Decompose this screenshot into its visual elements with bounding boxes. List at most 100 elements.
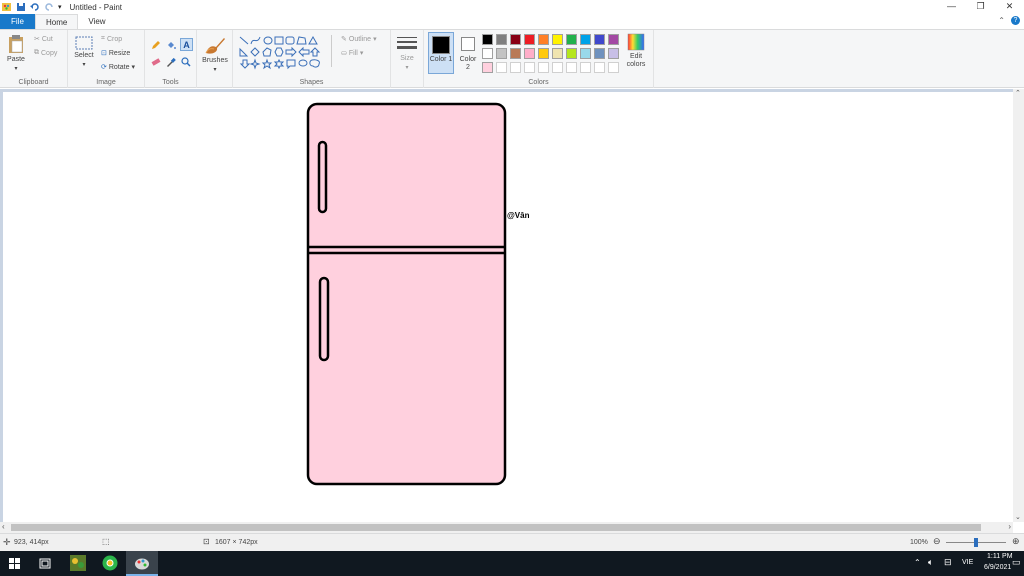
color-swatch[interactable] bbox=[552, 48, 563, 59]
brushes-group[interactable]: Brushes ▾ bbox=[197, 30, 233, 88]
shapes-gallery[interactable] bbox=[239, 35, 335, 73]
color-picker-icon[interactable] bbox=[166, 57, 176, 67]
zoom-in-icon[interactable]: ⊕ bbox=[1012, 536, 1020, 547]
text-tool-icon[interactable]: A bbox=[180, 38, 193, 51]
color-swatch[interactable] bbox=[510, 48, 521, 59]
clock-date[interactable]: 6/9/2021 bbox=[984, 564, 1011, 571]
color-swatch[interactable] bbox=[580, 62, 591, 73]
scroll-left-icon[interactable]: ‹ bbox=[2, 522, 5, 531]
color-swatch[interactable] bbox=[566, 62, 577, 73]
collapse-ribbon-icon[interactable]: ⌃ bbox=[998, 16, 1005, 25]
edit-colors-button[interactable]: Edit colors bbox=[622, 33, 650, 69]
color-swatch[interactable] bbox=[552, 62, 563, 73]
network-icon[interactable]: ⊟ bbox=[944, 557, 952, 568]
color-swatch[interactable] bbox=[510, 62, 521, 73]
color-swatch[interactable] bbox=[566, 34, 577, 45]
fill-button[interactable]: ⛀ Fill ▾ bbox=[341, 49, 364, 58]
oval-shape-icon bbox=[263, 36, 273, 45]
redo-icon[interactable] bbox=[44, 2, 54, 12]
zoom-slider-thumb[interactable] bbox=[974, 538, 978, 547]
color-swatch[interactable] bbox=[566, 48, 577, 59]
color-swatch[interactable] bbox=[524, 62, 535, 73]
color-swatch[interactable] bbox=[496, 34, 507, 45]
cut-button[interactable]: ✂ Cut bbox=[34, 35, 53, 44]
volume-icon[interactable]: 🔈︎ bbox=[928, 557, 933, 568]
paste-button[interactable]: Paste ▾ bbox=[5, 34, 27, 72]
brush-icon bbox=[205, 38, 225, 54]
task-view-icon[interactable] bbox=[39, 558, 51, 569]
color-swatch[interactable] bbox=[580, 34, 591, 45]
color-swatch[interactable] bbox=[538, 62, 549, 73]
tab-view[interactable]: View bbox=[78, 14, 115, 29]
scroll-right-icon[interactable]: › bbox=[1008, 522, 1011, 531]
magnifier-icon[interactable] bbox=[181, 57, 191, 67]
color-swatch[interactable] bbox=[482, 34, 493, 45]
tab-file[interactable]: File bbox=[0, 14, 35, 29]
color-swatch[interactable] bbox=[552, 34, 563, 45]
zoom-slider[interactable] bbox=[946, 538, 1006, 547]
clock-time[interactable]: 1:11 PM bbox=[987, 553, 1013, 560]
fill-bucket-icon[interactable] bbox=[166, 40, 176, 50]
color-swatch[interactable] bbox=[524, 48, 535, 59]
shapes-scroll[interactable] bbox=[331, 35, 334, 67]
crop-label: Crop bbox=[106, 35, 123, 43]
scroll-down-icon[interactable]: ⌄ bbox=[1015, 513, 1021, 521]
windows-start-icon[interactable] bbox=[9, 558, 20, 569]
vertical-scrollbar[interactable]: ⌃ ⌄ bbox=[1013, 89, 1024, 522]
close-button[interactable]: ✕ bbox=[995, 0, 1024, 14]
image-group-label: Image bbox=[96, 79, 116, 86]
left-arrow-shape-icon bbox=[298, 46, 310, 58]
color1-button[interactable]: Color 1 bbox=[428, 32, 454, 74]
brushes-button[interactable]: Brushes ▾ bbox=[201, 35, 229, 73]
tray-overflow-icon[interactable]: ⌃ bbox=[914, 558, 921, 567]
pencil-icon[interactable] bbox=[151, 40, 161, 50]
color-swatch[interactable] bbox=[510, 34, 521, 45]
tab-home[interactable]: Home bbox=[35, 14, 79, 29]
minimize-button[interactable]: — bbox=[937, 0, 966, 14]
input-language[interactable]: VIE bbox=[962, 559, 973, 566]
color-swatch[interactable] bbox=[608, 62, 619, 73]
color-swatch[interactable] bbox=[482, 62, 493, 73]
drawing-canvas[interactable]: @Vân bbox=[3, 92, 1013, 522]
size-button[interactable]: Size ▾ bbox=[396, 35, 418, 71]
copy-label: Copy bbox=[41, 49, 58, 57]
select-button[interactable]: Select ▾ bbox=[73, 36, 95, 68]
horizontal-scroll-thumb[interactable] bbox=[11, 524, 981, 531]
color-swatch[interactable] bbox=[538, 34, 549, 45]
eraser-icon[interactable] bbox=[151, 57, 161, 67]
customize-qat-icon[interactable]: ▾ bbox=[58, 3, 62, 11]
maximize-button[interactable]: ❐ bbox=[966, 0, 995, 14]
color-swatch[interactable] bbox=[580, 48, 591, 59]
color-swatch[interactable] bbox=[594, 62, 605, 73]
chrome-like-browser-icon[interactable] bbox=[102, 555, 118, 571]
color2-button[interactable]: Color 2 bbox=[457, 32, 479, 74]
copy-button[interactable]: ⧉ Copy bbox=[34, 49, 57, 57]
brushes-label: Brushes bbox=[202, 57, 228, 64]
zoom-out-icon[interactable]: ⊖ bbox=[933, 536, 941, 547]
color-swatch[interactable] bbox=[594, 48, 605, 59]
paint-taskbar-button[interactable] bbox=[126, 551, 158, 576]
rotate-button[interactable]: ⟳ Rotate ▾ bbox=[101, 63, 135, 72]
help-icon[interactable]: ? bbox=[1011, 16, 1020, 25]
color-swatch[interactable] bbox=[496, 48, 507, 59]
color-swatch[interactable] bbox=[594, 34, 605, 45]
crop-button[interactable]: ⌗ Crop bbox=[101, 35, 122, 43]
outline-dropdown-icon: ▾ bbox=[373, 36, 377, 43]
scroll-up-icon[interactable]: ⌃ bbox=[1015, 89, 1021, 97]
fill-dropdown-icon: ▾ bbox=[359, 50, 364, 57]
game-app-icon[interactable] bbox=[70, 555, 86, 571]
color-swatch[interactable] bbox=[496, 62, 507, 73]
undo-icon[interactable] bbox=[30, 2, 40, 12]
save-icon[interactable] bbox=[16, 2, 26, 12]
color-swatch[interactable] bbox=[482, 48, 493, 59]
color-swatch[interactable] bbox=[524, 34, 535, 45]
horizontal-scrollbar[interactable]: ‹ › bbox=[0, 522, 1013, 533]
color-swatch[interactable] bbox=[608, 48, 619, 59]
resize-button[interactable]: ⊡ Resize bbox=[101, 49, 130, 58]
action-center-icon[interactable]: ▭ bbox=[1012, 557, 1021, 568]
canvas-workspace[interactable]: @Vân bbox=[0, 89, 1013, 522]
size-group[interactable]: Size ▾ bbox=[391, 30, 424, 88]
outline-button[interactable]: ✎ Outline ▾ bbox=[341, 35, 377, 44]
color-swatch[interactable] bbox=[538, 48, 549, 59]
color-swatch[interactable] bbox=[608, 34, 619, 45]
